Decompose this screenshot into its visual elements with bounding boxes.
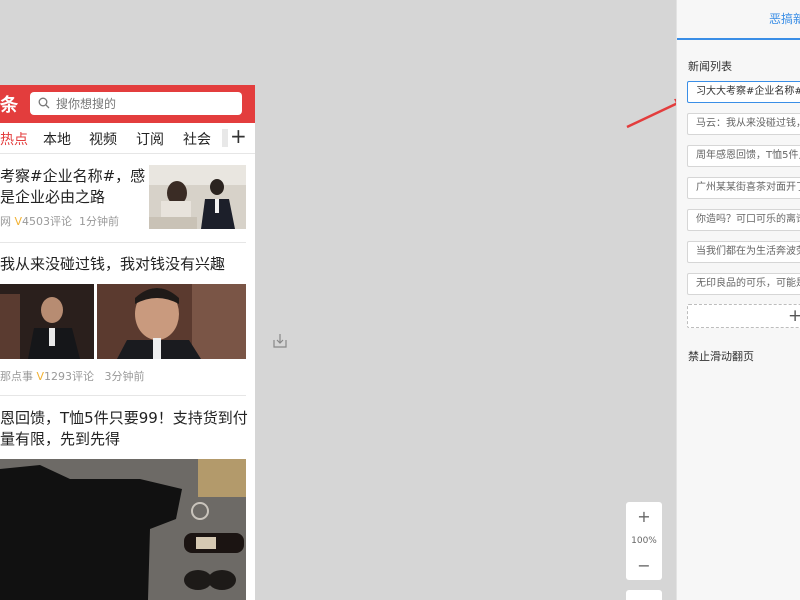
divider (0, 242, 246, 243)
app-brand: 条 (0, 95, 18, 116)
article-1-meta: 网 V4503评论 1分钟前 (0, 213, 119, 229)
article-2-meta: 那点事 V1293评论 3分钟前 (0, 368, 145, 384)
panel-title-underline (677, 38, 800, 40)
news-list-item[interactable]: 广州某某街喜茶对面开了 (687, 177, 800, 199)
article-2-time: 3分钟前 (104, 370, 145, 383)
article-2-image-right (97, 284, 246, 359)
zoom-level: 100% (631, 536, 657, 546)
news-list-item[interactable]: 无印良品的可乐，可能是 (687, 273, 800, 295)
article-2-comments: 1293评论 (44, 370, 95, 383)
tab-divider (222, 129, 228, 147)
article-1-title-line1: 考察#企业名称#，感 (0, 167, 146, 185)
add-news-button[interactable]: + (687, 304, 800, 328)
tab-society[interactable]: 社会 (183, 129, 211, 149)
download-icon[interactable] (271, 332, 289, 350)
article-2-image-left (0, 284, 94, 359)
article-2-title: 我从来没碰过钱，我对钱没有兴趣 (0, 255, 226, 273)
article-3-title-line1: 恩回馈，T恤5件只要99！支持货到付 (0, 409, 248, 427)
divider (0, 395, 246, 396)
article-3-title-line2: 量有限，先到先得 (0, 430, 121, 448)
news-list-item[interactable]: 周年感恩回馈，T恤5件只 (687, 145, 800, 167)
article-1-comments: 4503评论 (22, 215, 73, 228)
phone-header: 条 搜你想搜的 (0, 85, 255, 123)
article-2-source: 那点事 (0, 370, 33, 383)
disable-swipe-option[interactable]: 禁止滑动翻页 (688, 348, 754, 364)
tab-hot[interactable]: 热点 (0, 129, 28, 149)
zoom-control: + 100% − (626, 502, 662, 580)
zoom-in-button[interactable]: + (626, 507, 662, 526)
verified-icon: V (14, 215, 23, 228)
tab-local[interactable]: 本地 (43, 129, 71, 149)
phone-tab-bar: 热点 本地 视频 订阅 社会 + (0, 123, 255, 154)
news-list-label: 新闻列表 (688, 60, 732, 73)
article-1-title-line2: 是企业必由之路 (0, 188, 106, 206)
phone-preview: 条 搜你想搜的 热点 本地 视频 订阅 社会 + 考察#企业名称#，感 是企业必… (0, 85, 255, 600)
search-input[interactable]: 搜你想搜的 (30, 92, 242, 115)
tab-subscribe[interactable]: 订阅 (136, 129, 164, 149)
panel-title[interactable]: 恶搞新 (769, 10, 800, 27)
article-1-thumbnail (149, 165, 246, 229)
plus-icon: + (788, 306, 800, 326)
search-icon (38, 97, 50, 109)
news-list-item[interactable]: 你造吗？可口可乐的离谱 (687, 209, 800, 231)
settings-panel: 恶搞新 新闻列表 习大大考察#企业名称#， 马云：我从来没碰过钱， 周年感恩回馈… (676, 0, 800, 600)
verified-icon: V (36, 370, 45, 383)
zoom-secondary-control[interactable] (626, 590, 662, 600)
add-tab-button[interactable]: + (230, 124, 247, 148)
news-list-item[interactable]: 习大大考察#企业名称#， (687, 81, 800, 103)
search-placeholder: 搜你想搜的 (56, 97, 117, 111)
tab-video[interactable]: 视频 (89, 129, 117, 149)
news-list-item[interactable]: 马云：我从来没碰过钱， (687, 113, 800, 135)
news-list-item[interactable]: 当我们都在为生活奔波劳 (687, 241, 800, 263)
article-1-source: 网 (0, 215, 11, 228)
article-1-time: 1分钟前 (79, 215, 120, 228)
article-3-image (0, 459, 246, 600)
zoom-out-button[interactable]: − (626, 556, 662, 575)
